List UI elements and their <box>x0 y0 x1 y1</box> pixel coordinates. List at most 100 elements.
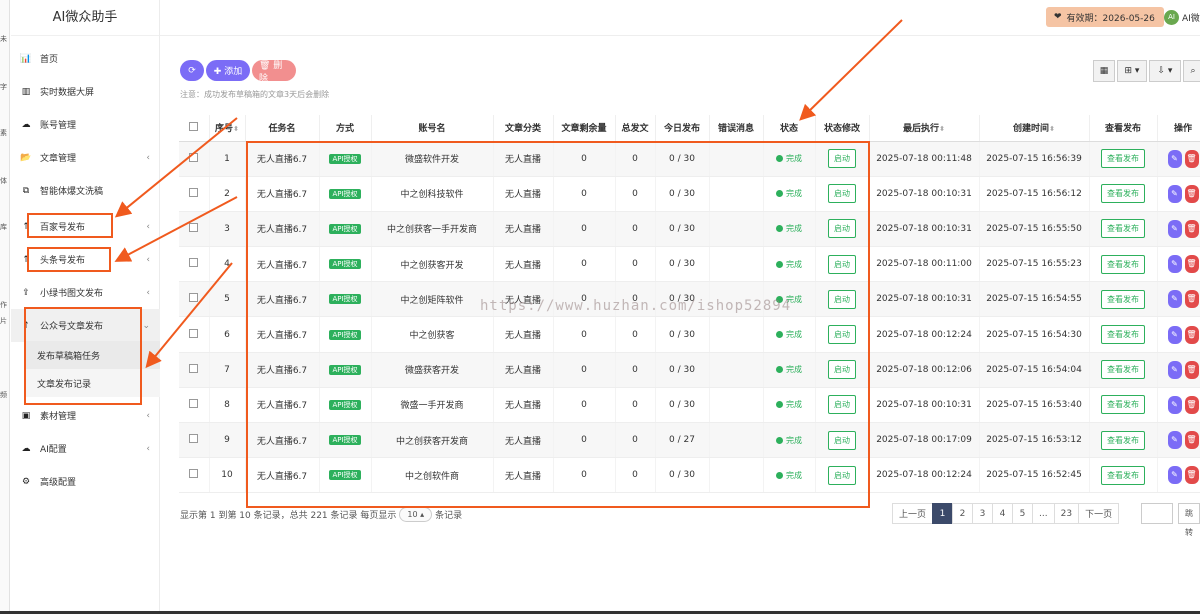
view-publish-button[interactable]: 查看发布 <box>1101 430 1145 450</box>
row-checkbox[interactable] <box>189 469 199 479</box>
delete-icon[interactable]: 🗑 <box>1184 255 1199 274</box>
view-publish-button[interactable]: 查看发布 <box>1101 219 1145 239</box>
row-checkbox[interactable] <box>189 222 199 232</box>
row-number: 4 <box>224 259 230 270</box>
row-checkbox[interactable] <box>189 363 199 373</box>
row-number: 5 <box>224 294 230 305</box>
chevron-left-icon: ‹ <box>146 152 150 163</box>
edit-icon[interactable]: ✎ <box>1167 466 1182 485</box>
edit-icon[interactable]: ✎ <box>1167 360 1182 379</box>
edit-icon[interactable]: ✎ <box>1167 184 1182 203</box>
sort-icon[interactable]: ⬍ <box>233 125 239 133</box>
row-checkbox[interactable] <box>189 187 199 197</box>
delete-icon[interactable]: 🗑 <box>1184 360 1199 379</box>
operations-cell: ✎ 🗑 <box>1157 246 1200 283</box>
jump-button[interactable]: 跳转 <box>1178 503 1200 537</box>
delete-icon[interactable]: 🗑 <box>1184 395 1199 414</box>
page-size-select[interactable]: 10 ▴ <box>399 507 433 522</box>
sidebar-item[interactable]: ▥ 实时数据大屏 <box>11 75 160 108</box>
edit-icon[interactable]: ✎ <box>1167 431 1182 450</box>
view-publish-button[interactable]: 查看发布 <box>1101 360 1145 380</box>
page-button[interactable]: 5 <box>1012 503 1034 524</box>
row-number: 3 <box>224 223 230 234</box>
delete-icon[interactable]: 🗑 <box>1184 290 1199 309</box>
table-footer: 显示第 1 到第 10 条记录，总共 221 条记录 每页显示 10 ▴ 条记录 <box>180 507 462 522</box>
edit-icon[interactable]: ✎ <box>1167 290 1182 309</box>
view-publish-button[interactable]: 查看发布 <box>1101 289 1145 309</box>
sidebar-item[interactable]: ☁ 账号管理 <box>11 108 160 141</box>
sidebar-item[interactable]: ⇪ 小绿书图文发布 ‹ <box>11 276 160 309</box>
delete-icon[interactable]: 🗑 <box>1184 184 1199 203</box>
edit-icon[interactable]: ✎ <box>1167 395 1182 414</box>
row-checkbox[interactable] <box>189 152 199 162</box>
add-button[interactable]: ✚ 添加 <box>206 60 250 81</box>
view-publish-button-cell: 查看发布 <box>1089 316 1158 353</box>
select-all-checkbox-cell[interactable] <box>179 115 210 142</box>
sidebar-item[interactable]: ⧉ 智能体爆文洗稿 <box>11 174 160 207</box>
edit-icon[interactable]: ✎ <box>1167 219 1182 238</box>
select-all-checkbox[interactable] <box>189 121 199 131</box>
page-button[interactable]: 23 <box>1053 503 1080 524</box>
refresh-button[interactable]: ⟳ <box>180 60 204 81</box>
view-publish-button[interactable]: 查看发布 <box>1101 465 1145 485</box>
view-publish-button[interactable]: 查看发布 <box>1101 254 1145 274</box>
delete-icon[interactable]: 🗑 <box>1184 431 1199 450</box>
delete-button[interactable]: 🗑 删除 <box>252 60 296 84</box>
page-button[interactable]: 2 <box>952 503 974 524</box>
left-edge-strip: 未字素体库作片频 <box>0 0 10 614</box>
row-checkbox[interactable] <box>189 328 199 338</box>
page-button[interactable]: 1 <box>932 503 954 524</box>
grid-columns-button[interactable]: ⊞ ▾ <box>1117 60 1147 82</box>
edit-icon[interactable]: ✎ <box>1167 255 1182 274</box>
delete-icon[interactable]: 🗑 <box>1184 219 1199 238</box>
last-run-time-cell: 2025-07-18 00:17:09 <box>869 422 980 459</box>
export-button[interactable]: ⇩ ▾ <box>1149 60 1181 82</box>
sidebar-item[interactable]: 📂 文章管理 ‹ <box>11 141 160 174</box>
sort-icon[interactable]: ⬍ <box>939 125 945 133</box>
sort-icon[interactable]: ⬍ <box>1049 125 1055 133</box>
delete-icon[interactable]: 🗑 <box>1184 466 1199 485</box>
created-time-cell: 2025-07-15 16:56:12 <box>979 176 1090 212</box>
search-icon[interactable]: ⌕ <box>1183 60 1200 82</box>
edit-icon[interactable]: ✎ <box>1167 325 1182 344</box>
jump-page-input[interactable] <box>1141 503 1173 524</box>
prev-page-button[interactable]: 上一页 <box>892 503 934 524</box>
page-button[interactable]: ... <box>1032 503 1055 524</box>
row-checkbox-cell <box>179 211 210 248</box>
strip-char: 字 <box>0 83 7 91</box>
edit-icon[interactable]: ✎ <box>1167 149 1182 168</box>
sidebar-item[interactable]: 📊 首页 <box>11 42 160 75</box>
view-publish-button[interactable]: 查看发布 <box>1101 149 1145 169</box>
view-publish-button[interactable]: 查看发布 <box>1101 395 1145 415</box>
view-publish-button[interactable]: 查看发布 <box>1101 184 1145 204</box>
view-publish-button-cell: 查看发布 <box>1089 422 1158 459</box>
view-publish-button-cell: 查看发布 <box>1089 352 1158 388</box>
sidebar-item[interactable]: ☁ AI配置 ‹ <box>11 432 160 465</box>
next-page-button[interactable]: 下一页 <box>1078 503 1120 524</box>
avatar[interactable]: AI <box>1164 10 1179 25</box>
row-checkbox[interactable] <box>189 293 199 303</box>
created-time: 2025-07-15 16:54:55 <box>986 294 1082 305</box>
chevron-left-icon: ‹ <box>146 410 150 421</box>
page-button[interactable]: 4 <box>992 503 1014 524</box>
operations-cell: ✎ 🗑 <box>1157 141 1200 177</box>
delete-icon[interactable]: 🗑 <box>1184 149 1199 168</box>
heart-icon: ❤ <box>1054 12 1062 22</box>
row-number-cell: 10 <box>209 457 246 494</box>
column-header-label: 总发文 <box>621 124 649 135</box>
username[interactable]: AI微 <box>1182 11 1200 24</box>
page-button[interactable]: 3 <box>972 503 994 524</box>
created-time: 2025-07-15 16:54:30 <box>986 329 1082 340</box>
sidebar-item[interactable]: ⚙ 高级配置 <box>11 465 160 498</box>
row-number-cell: 6 <box>209 316 246 353</box>
view-publish-button[interactable]: 查看发布 <box>1101 325 1145 345</box>
expiry-badge[interactable]: ❤ 有效期：2026-05-26 <box>1046 7 1164 27</box>
row-checkbox[interactable] <box>189 434 199 444</box>
table-view-icon[interactable]: ▦ <box>1093 60 1115 82</box>
row-checkbox[interactable] <box>189 398 199 408</box>
sidebar-item-label: 文章管理 <box>40 154 77 164</box>
highlight-box-baijiahao <box>27 213 113 238</box>
delete-icon[interactable]: 🗑 <box>1184 325 1199 344</box>
row-checkbox[interactable] <box>189 258 199 268</box>
column-header: 状态修改 <box>815 115 870 142</box>
